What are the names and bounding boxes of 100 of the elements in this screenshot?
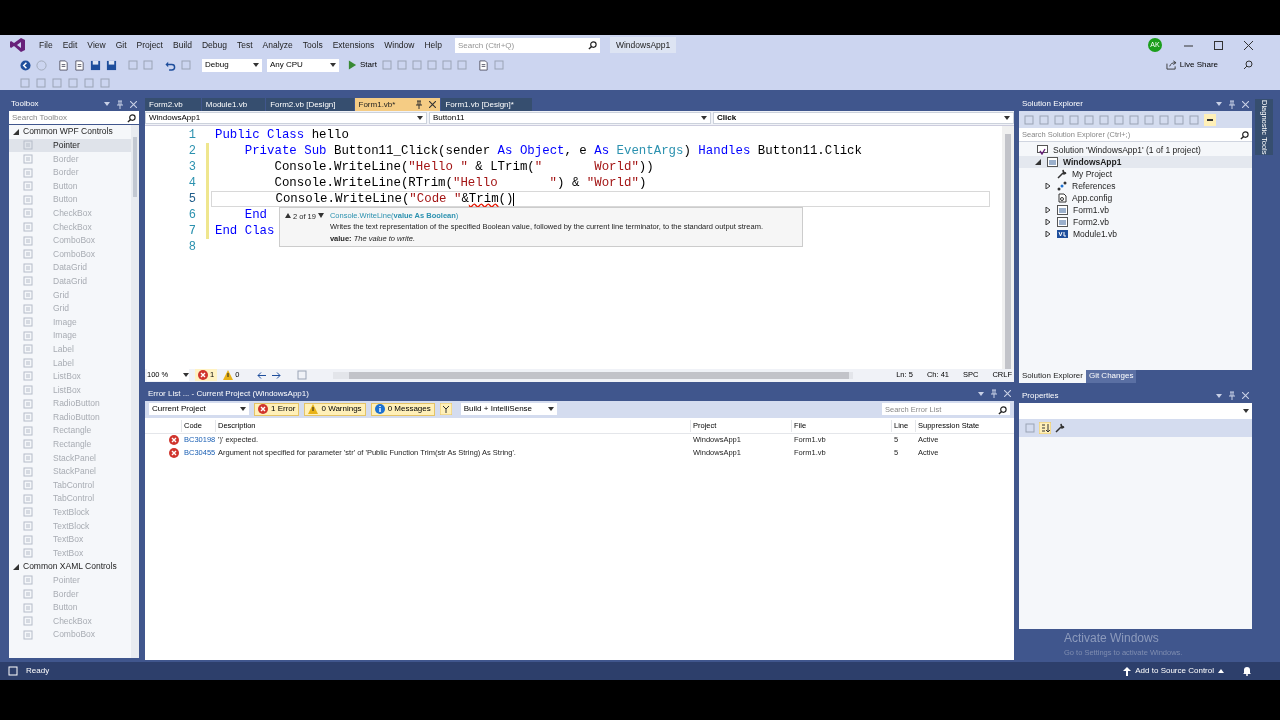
menu-item[interactable]: Project	[131, 38, 168, 52]
editor-tab[interactable]: Form1.vb [Design]*	[441, 98, 532, 111]
previous-arrow-icon[interactable]	[257, 371, 267, 379]
dropdown-arrow-icon	[183, 373, 189, 377]
menu-item[interactable]: Build	[168, 38, 197, 52]
dropdown-arrow-icon[interactable]	[104, 102, 110, 106]
collapse-all-icon[interactable]	[1204, 113, 1216, 126]
collapsed-arrow-icon[interactable]	[1045, 219, 1051, 225]
tree-item[interactable]: References	[1019, 180, 1252, 192]
control-icon	[23, 616, 33, 627]
live-share-button[interactable]: Live Share	[1165, 59, 1218, 71]
scrollbar-thumb[interactable]	[1005, 134, 1011, 369]
navigation-dropdown[interactable]: Button11	[429, 112, 711, 124]
menu-item[interactable]: View	[82, 38, 111, 52]
menu-item[interactable]: Help	[419, 38, 447, 52]
source-control-button[interactable]: Add to Source Control	[1123, 665, 1224, 677]
tree-item[interactable]: Form1.vb	[1019, 204, 1252, 216]
wrench-icon[interactable]	[1055, 422, 1065, 433]
pin-icon[interactable]	[415, 100, 424, 109]
menu-item[interactable]: Window	[379, 38, 420, 52]
control-icon	[23, 221, 33, 232]
collapsed-arrow-icon[interactable]	[1045, 231, 1051, 237]
menu-item[interactable]: Tools	[297, 38, 328, 52]
undo-icon[interactable]	[164, 59, 176, 71]
tree-item[interactable]: WindowsApp1	[1019, 156, 1252, 168]
tree-item[interactable]: Form2.vb	[1019, 216, 1252, 228]
filter-toggle[interactable]: 0 Messages	[370, 402, 435, 416]
filter-icon[interactable]	[439, 403, 452, 415]
search-field[interactable]: Search Toolbox	[9, 111, 139, 124]
search-icon[interactable]	[587, 40, 597, 50]
maximize-icon[interactable]	[1214, 40, 1223, 50]
control-icon	[23, 330, 33, 341]
config-file-icon	[1057, 193, 1067, 203]
tree-item[interactable]: My Project	[1019, 168, 1252, 180]
dropdown-arrow-icon[interactable]	[978, 391, 984, 396]
dropdown-arrow-icon[interactable]	[1216, 393, 1222, 398]
open-file-icon[interactable]	[74, 59, 85, 71]
start-button[interactable]: Start	[348, 59, 377, 71]
tree-item[interactable]: Solution 'WindowsApp1' (1 of 1 project)	[1019, 144, 1252, 156]
navigation-dropdown[interactable]: Click	[713, 112, 1014, 124]
next-overload-icon[interactable]	[317, 213, 324, 218]
toolbox-item[interactable]: Pointer	[9, 138, 131, 153]
control-icon	[23, 466, 33, 477]
collapsed-arrow-icon[interactable]	[1045, 207, 1051, 213]
menu-item[interactable]: Extensions	[327, 38, 380, 52]
menu-item[interactable]: File	[34, 38, 58, 52]
next-arrow-icon[interactable]	[272, 371, 282, 379]
collapsed-arrow-icon[interactable]	[1045, 183, 1051, 189]
filter-toggle[interactable]: 0 Warnings	[304, 402, 366, 416]
close-icon[interactable]	[429, 101, 437, 108]
text-cursor	[513, 192, 515, 206]
form-icon	[1047, 157, 1058, 167]
tree-item-label: App.config	[1072, 191, 1113, 205]
search-field[interactable]: Search (Ctrl+Q)	[454, 37, 600, 53]
line-number: 3	[188, 159, 197, 176]
search-icon[interactable]	[1240, 131, 1249, 140]
scope-dropdown[interactable]: Current Project	[149, 403, 249, 415]
save-icon[interactable]	[90, 59, 101, 71]
alphabetical-icon[interactable]	[1039, 421, 1051, 434]
line-number: 8	[188, 239, 197, 256]
search-icon[interactable]	[998, 406, 1007, 415]
menu-item[interactable]: Test	[231, 38, 258, 52]
source-dropdown[interactable]: Build + IntelliSense	[460, 403, 557, 415]
expanded-arrow-icon[interactable]	[1035, 159, 1041, 165]
notification-bell-icon[interactable]	[1242, 666, 1252, 676]
menu-item[interactable]: Edit	[57, 38, 83, 52]
toolbar-icon[interactable]	[477, 59, 489, 71]
new-item-icon[interactable]	[58, 59, 69, 71]
tree-item[interactable]: App.config	[1019, 192, 1252, 204]
save-all-icon[interactable]	[106, 59, 117, 71]
back-icon[interactable]	[20, 59, 31, 71]
platform-dropdown[interactable]: Any CPU	[267, 58, 339, 72]
toolbox-group-header[interactable]: Common XAML Controls	[9, 560, 131, 574]
navigation-dropdown[interactable]: WindowsApp1	[145, 112, 427, 124]
scrollbar[interactable]	[131, 125, 139, 658]
previous-overload-icon[interactable]	[285, 213, 291, 218]
menu-item[interactable]: Debug	[196, 38, 232, 52]
control-icon	[23, 303, 33, 314]
toolbox-group-header[interactable]: Common WPF Controls	[9, 125, 131, 139]
vb-file-icon	[1057, 230, 1068, 238]
feedback-icon[interactable]	[1243, 60, 1253, 70]
line-number: 7	[188, 223, 197, 240]
wrench-icon	[1057, 169, 1067, 179]
editor-tab[interactable]: Form1.vb*	[354, 98, 441, 111]
search-icon[interactable]	[127, 114, 136, 123]
scrollbar-thumb[interactable]	[133, 137, 137, 197]
editor-tab[interactable]: Form2.vb [Design]	[266, 98, 354, 111]
control-icon	[23, 398, 33, 409]
menu-item[interactable]: Git	[110, 38, 132, 52]
configuration-dropdown[interactable]: Debug	[202, 58, 262, 72]
close-icon[interactable]	[1244, 40, 1253, 50]
dropdown-arrow-icon[interactable]	[1216, 102, 1222, 106]
filter-toggle[interactable]: 1 Error	[254, 402, 300, 416]
tree-item[interactable]: Module1.vb	[1019, 228, 1252, 240]
editor-tab[interactable]: Module1.vb	[201, 98, 266, 111]
control-icon	[23, 262, 33, 273]
scrollbar[interactable]	[1002, 126, 1014, 369]
status-text: Ready	[26, 665, 50, 677]
menu-item[interactable]: Analyze	[257, 38, 298, 52]
editor-tab[interactable]: Form2.vb	[145, 98, 201, 111]
